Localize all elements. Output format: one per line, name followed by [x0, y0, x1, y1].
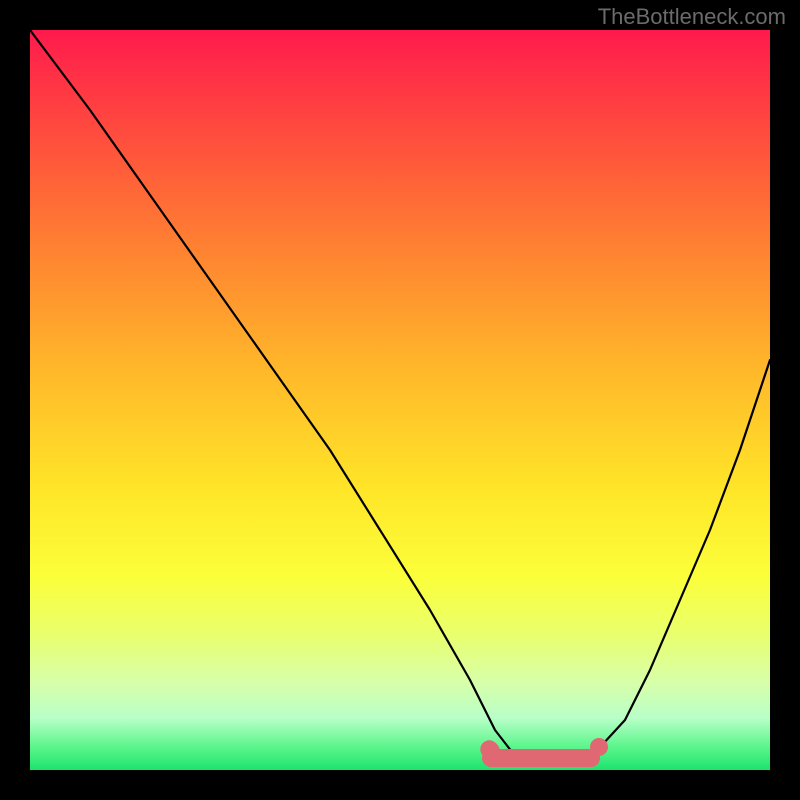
chart-plot-area — [30, 30, 770, 770]
curve-path — [30, 30, 770, 760]
watermark-text: TheBottleneck.com — [598, 4, 786, 30]
bottleneck-curve — [30, 30, 770, 770]
optimal-range-marker-right-dot — [590, 738, 608, 756]
